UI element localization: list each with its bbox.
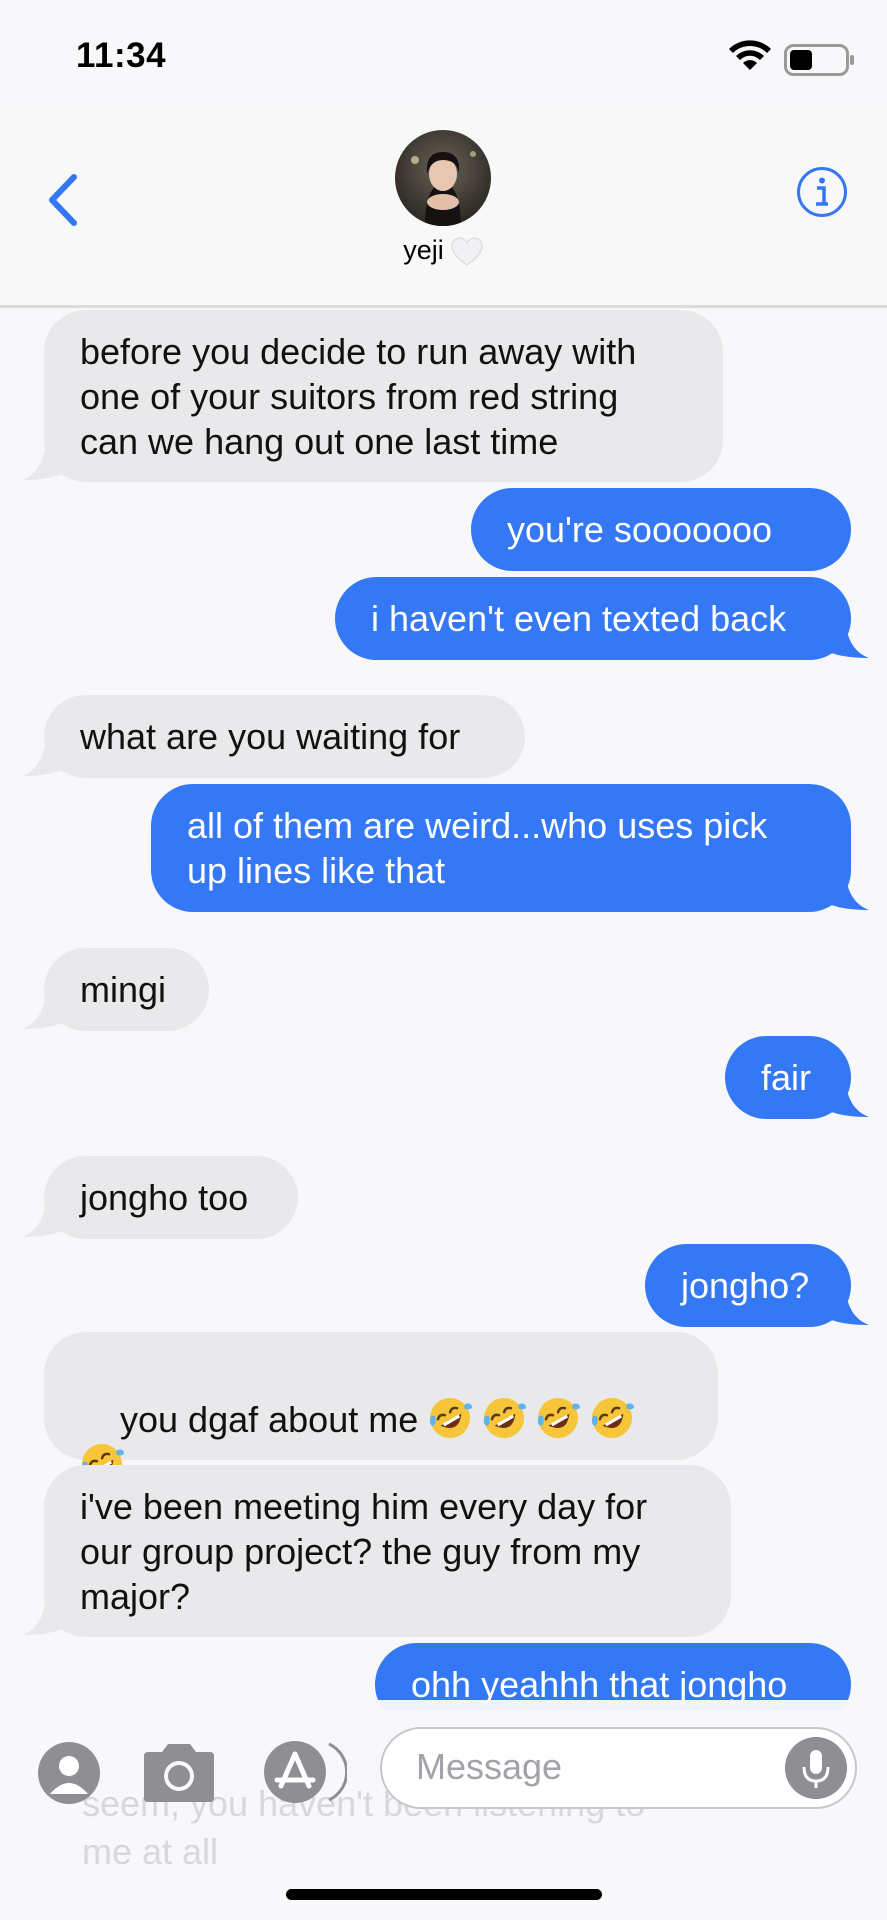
bubble-tail xyxy=(22,989,66,1029)
message-bubble[interactable]: what are you waiting for xyxy=(44,695,525,778)
message-bubble[interactable]: jongho too xyxy=(44,1156,298,1239)
message-bubble[interactable]: you dgaf about me xyxy=(44,1332,718,1530)
contact-name-label: yeji xyxy=(403,235,444,265)
rofl-emoji-icon xyxy=(484,1398,527,1438)
message-bubble[interactable]: before you decide to run away with one o… xyxy=(44,310,723,482)
contact-icon[interactable] xyxy=(38,1742,100,1804)
bubble-tail xyxy=(22,1595,66,1635)
status-bar: 11:34 xyxy=(0,0,887,110)
message-text: you dgaf about me xyxy=(120,1399,419,1440)
status-time: 11:34 xyxy=(76,36,167,75)
rofl-emoji-icon xyxy=(592,1398,635,1438)
message-bubble[interactable]: mingi xyxy=(44,948,209,1031)
bubble-tail xyxy=(825,870,869,910)
avatar[interactable] xyxy=(395,130,491,226)
back-chevron-icon[interactable] xyxy=(40,165,90,235)
app-store-icon[interactable] xyxy=(263,1740,347,1804)
battery-icon xyxy=(784,44,854,76)
wifi-icon xyxy=(729,40,771,70)
message-bubble[interactable]: all of them are weird...who uses pick up… xyxy=(151,784,851,912)
info-icon[interactable] xyxy=(796,166,848,218)
bubble-tail xyxy=(825,1285,869,1325)
message-bubble[interactable]: you're sooooooo xyxy=(471,488,851,571)
home-indicator[interactable] xyxy=(286,1889,602,1900)
message-input-placeholder: Message xyxy=(416,1746,563,1787)
message-bubble[interactable]: jongho? xyxy=(645,1244,851,1327)
message-list[interactable]: before you decide to run away with one o… xyxy=(0,305,887,1710)
bubble-tail xyxy=(22,1197,66,1237)
bubble-tail xyxy=(825,618,869,658)
rofl-emoji-icon xyxy=(538,1398,581,1438)
bubble-tail xyxy=(22,736,66,776)
bubble-tail xyxy=(22,440,66,480)
rofl-emoji-icon xyxy=(430,1398,473,1438)
message-input[interactable]: Message xyxy=(380,1727,857,1809)
conversation-header: yeji xyxy=(0,110,887,308)
message-bubble[interactable]: i haven't even texted back xyxy=(335,577,851,660)
heart-icon xyxy=(450,237,483,266)
message-bubble[interactable]: i've been meeting him every day for our … xyxy=(44,1465,731,1637)
camera-icon[interactable] xyxy=(140,1740,218,1804)
contact-name[interactable]: yeji xyxy=(0,235,887,268)
bubble-tail xyxy=(825,1077,869,1117)
mic-icon[interactable] xyxy=(785,1737,847,1799)
